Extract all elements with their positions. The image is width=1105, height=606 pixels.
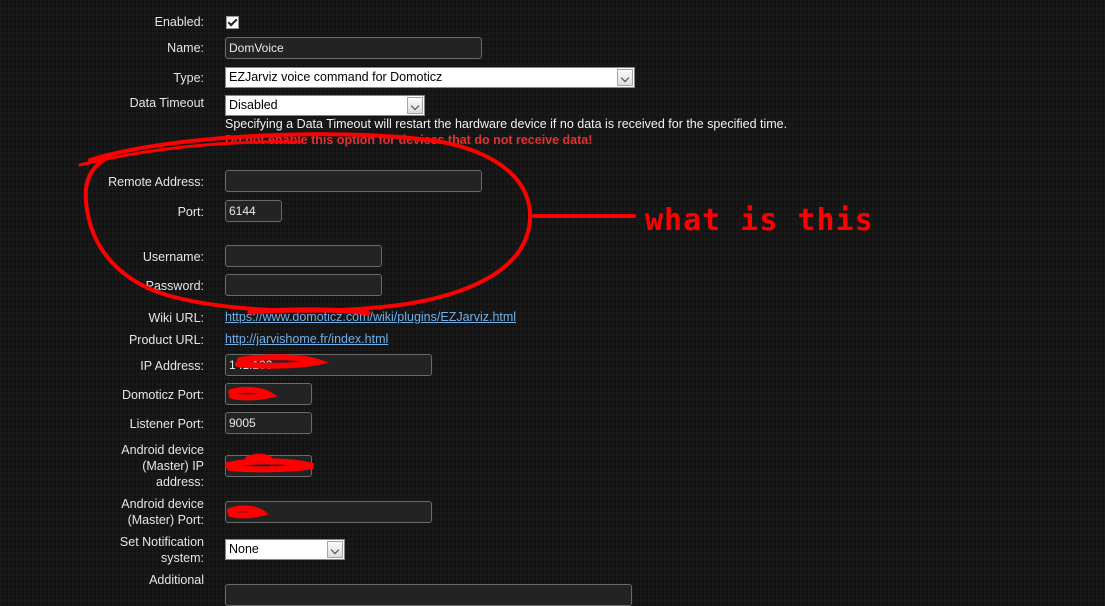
notification-label-line-2: system: bbox=[160, 551, 204, 565]
additional-input[interactable] bbox=[225, 584, 632, 606]
product-url-label: Product URL: bbox=[128, 333, 204, 347]
notification-label-line-1: Set Notification bbox=[119, 535, 204, 549]
data-timeout-value: Disabled bbox=[229, 98, 278, 112]
chevron-down-icon[interactable] bbox=[327, 541, 343, 558]
listener-port-input[interactable]: 9005 bbox=[225, 412, 312, 434]
ip-address-label: IP Address: bbox=[140, 359, 204, 373]
remote-address-input[interactable] bbox=[225, 170, 482, 192]
annotation-note: what is this bbox=[645, 203, 874, 238]
domoticz-port-label: Domoticz Port: bbox=[122, 388, 204, 402]
android-port-label-line-1: Android device bbox=[121, 497, 204, 511]
product-url-link[interactable]: http://jarvishome.fr/index.html bbox=[225, 332, 388, 346]
username-input[interactable] bbox=[225, 245, 382, 267]
chevron-down-icon[interactable] bbox=[617, 69, 633, 86]
enabled-checkbox[interactable] bbox=[226, 16, 239, 29]
android-ip-label-line-1: Android device bbox=[121, 443, 204, 457]
additional-label: Additional bbox=[149, 573, 204, 587]
type-select-value: EZJarviz voice command for Domoticz bbox=[229, 70, 443, 84]
username-label: Username: bbox=[142, 250, 204, 264]
data-timeout-select[interactable]: Disabled bbox=[225, 95, 425, 116]
name-input[interactable]: DomVoice bbox=[225, 37, 482, 59]
password-input[interactable] bbox=[225, 274, 382, 296]
android-port-input[interactable] bbox=[225, 501, 432, 523]
domoticz-port-input[interactable] bbox=[225, 383, 312, 405]
enabled-label: Enabled: bbox=[154, 15, 204, 29]
password-label: Password: bbox=[145, 279, 204, 293]
type-select[interactable]: EZJarviz voice command for Domoticz bbox=[225, 67, 635, 88]
android-ip-label-line-3: address: bbox=[156, 475, 204, 489]
android-ip-input[interactable] bbox=[225, 455, 312, 477]
android-ip-label-line-2: (Master) IP bbox=[142, 459, 204, 473]
notification-select-value: None bbox=[229, 542, 259, 556]
data-timeout-label: Data Timeout bbox=[129, 96, 204, 110]
data-timeout-warning: Do not enable this option for devices th… bbox=[225, 133, 593, 147]
ip-address-input[interactable]: 1 .1.100 bbox=[225, 354, 432, 376]
remote-address-label: Remote Address: bbox=[108, 175, 204, 189]
name-label: Name: bbox=[167, 41, 204, 55]
port-input[interactable]: 6144 bbox=[225, 200, 282, 222]
chevron-down-icon[interactable] bbox=[407, 97, 423, 114]
wiki-url-label: Wiki URL: bbox=[148, 311, 204, 325]
data-timeout-info: Specifying a Data Timeout will restart t… bbox=[225, 117, 788, 131]
android-port-label-line-2: (Master) Port: bbox=[127, 513, 204, 527]
type-label: Type: bbox=[173, 71, 204, 85]
listener-port-label: Listener Port: bbox=[129, 417, 204, 431]
wiki-url-link[interactable]: https://www.domoticz.com/wiki/plugins/EZ… bbox=[225, 310, 516, 324]
port-label: Port: bbox=[177, 205, 204, 219]
notification-select[interactable]: None bbox=[225, 539, 345, 560]
